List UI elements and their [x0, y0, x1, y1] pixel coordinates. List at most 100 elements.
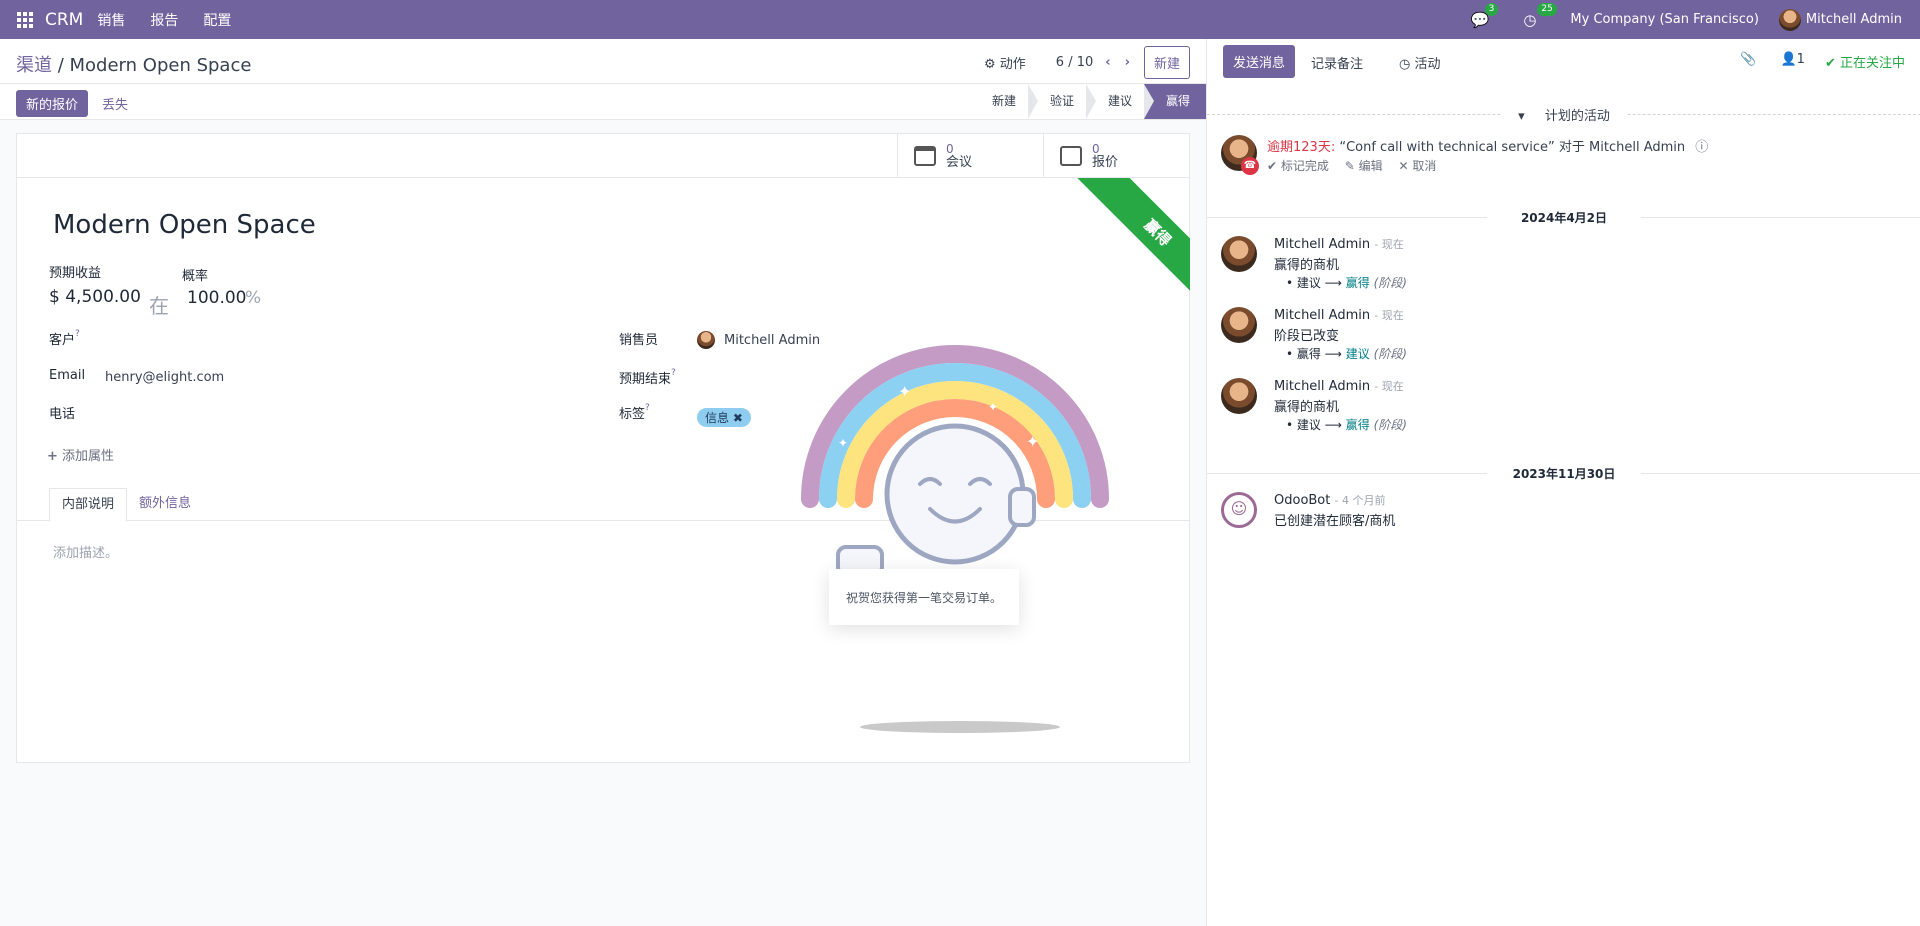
- new-quotation-button[interactable]: 新的报价: [16, 90, 89, 117]
- message-author[interactable]: Mitchell Admin: [1274, 308, 1370, 323]
- edit-activity-button[interactable]: ✎ 编辑: [1345, 159, 1383, 173]
- message-avatar: [1221, 307, 1257, 343]
- activity-for: 对于: [1558, 140, 1585, 155]
- meetings-count: 0: [946, 142, 954, 156]
- help-icon[interactable]: ?: [671, 368, 676, 378]
- paperclip-icon[interactable]: 📎: [1740, 52, 1756, 71]
- cancel-label: 取消: [1412, 159, 1437, 173]
- company-switcher[interactable]: My Company (San Francisco): [1570, 12, 1758, 27]
- email-field[interactable]: henry@elight.com: [105, 370, 224, 385]
- info-icon[interactable]: ⓘ: [1695, 140, 1708, 155]
- message-date: - 现在: [1374, 238, 1404, 251]
- activity-actions: ✔ 标记完成 ✎ 编辑 ✕ 取消: [1267, 157, 1436, 174]
- user-menu[interactable]: Mitchell Admin: [1806, 12, 1902, 27]
- close-icon: ✕: [1398, 159, 1409, 173]
- opportunity-name[interactable]: Modern Open Space: [53, 210, 316, 240]
- log-note-button[interactable]: 记录备注: [1311, 53, 1363, 72]
- messages-icon[interactable]: 💬 3: [1471, 2, 1499, 29]
- add-property-label: 添加属性: [62, 449, 115, 464]
- activity-summary: “Conf call with technical service”: [1339, 140, 1555, 155]
- rainbow-man: ✦ ✦ ✦ ✦ 祝贺您获得第一笔交易订单。: [790, 329, 1120, 729]
- pencil-icon: ✎: [1344, 159, 1355, 173]
- add-property-button[interactable]: + 添加属性: [47, 445, 114, 464]
- arrow-right-icon: ⟶: [1324, 418, 1342, 432]
- main-navbar: CRM 销售 报告 配置 💬 3 ◷ 25 My Company (San Fran…: [0, 0, 1920, 39]
- probability-value[interactable]: 100.00: [187, 288, 246, 308]
- cancel-activity-button[interactable]: ✕ 取消: [1398, 159, 1436, 173]
- mark-done-button[interactable]: ✔ 标记完成: [1267, 159, 1329, 173]
- followers-button[interactable]: 👤1: [1780, 52, 1804, 71]
- meetings-smart-button[interactable]: 0 会议: [897, 134, 1043, 178]
- pager-prev-icon[interactable]: ‹: [1105, 55, 1110, 70]
- message-author[interactable]: OdooBot: [1274, 493, 1330, 508]
- tracking-field: (阶段): [1373, 347, 1407, 361]
- breadcrumb-parent[interactable]: 渠道: [16, 55, 52, 76]
- svg-text:✦: ✦: [898, 382, 911, 401]
- stage-new[interactable]: 新建: [969, 84, 1038, 119]
- actions-button[interactable]: ⚙ 动作: [984, 53, 1026, 72]
- breadcrumb-separator: /: [52, 55, 70, 76]
- chatter-topbar: 发送消息 记录备注 ◷ 活动 📎 👤1 ✔ 正在关注中: [1207, 39, 1920, 84]
- breadcrumb-current: Modern Open Space: [69, 55, 252, 76]
- svg-text:✦: ✦: [1026, 432, 1039, 451]
- customer-label: 客户?: [49, 329, 80, 348]
- tracking-new: 赢得: [1345, 276, 1370, 290]
- user-avatar[interactable]: [1778, 8, 1801, 31]
- message-author[interactable]: Mitchell Admin: [1274, 237, 1370, 252]
- stage-pipeline: 新建 验证 建议 赢得: [969, 84, 1206, 119]
- message-body: 已创建潜在顾客/商机: [1274, 514, 1396, 529]
- remove-tag-icon[interactable]: ✖: [733, 411, 743, 425]
- following-button[interactable]: ✔ 正在关注中: [1825, 52, 1905, 71]
- quotations-count: 0: [1092, 142, 1100, 156]
- date-separator: 2024年4月2日: [1207, 209, 1920, 226]
- tags-label-text: 标签: [619, 407, 646, 422]
- help-icon[interactable]: ?: [645, 403, 650, 413]
- menu-config[interactable]: 配置: [203, 10, 231, 30]
- quotations-label: 报价: [1092, 155, 1119, 170]
- menu-sales[interactable]: 销售: [97, 10, 125, 30]
- smart-buttons: 0 会议 0 报价: [17, 134, 1189, 178]
- expected-revenue-value[interactable]: $ 4,500.00: [49, 287, 141, 307]
- mark-lost-button[interactable]: 丢失: [102, 94, 128, 113]
- tracking-field: (阶段): [1373, 276, 1407, 290]
- tab-internal-notes[interactable]: 内部说明: [49, 488, 128, 522]
- pager-value[interactable]: 6 / 10: [1056, 55, 1093, 70]
- activities-badge: 25: [1537, 2, 1557, 16]
- description-editor[interactable]: 添加描述。: [53, 542, 118, 561]
- app-menu-icon[interactable]: [17, 11, 33, 28]
- rainbow-message: 祝贺您获得第一笔交易订单。: [829, 569, 1019, 625]
- activities-icon[interactable]: ◷ 25: [1523, 2, 1557, 29]
- activity-button[interactable]: ◷ 活动: [1399, 53, 1441, 72]
- breadcrumb: 渠道 / Modern Open Space: [16, 51, 251, 77]
- tracking-field: (阶段): [1373, 418, 1407, 432]
- quotations-smart-button[interactable]: 0 报价: [1043, 134, 1189, 178]
- tag-badge[interactable]: 信息 ✖: [697, 408, 751, 427]
- clock-icon: ◷: [1399, 57, 1411, 72]
- message-author[interactable]: Mitchell Admin: [1274, 379, 1370, 394]
- form-area: 渠道 / Modern Open Space ⚙ 动作 6 / 10 ‹ › 新…: [0, 39, 1206, 926]
- menu-reporting[interactable]: 报告: [150, 10, 178, 30]
- message-date: - 4 个月前: [1334, 494, 1386, 507]
- help-icon[interactable]: ?: [75, 329, 80, 339]
- planned-activities-header[interactable]: ▾ 计划的活动: [1207, 105, 1920, 124]
- odoobot-avatar: ☺: [1221, 492, 1257, 528]
- svg-text:✦: ✦: [838, 436, 848, 450]
- pager-next-icon[interactable]: ›: [1125, 55, 1130, 70]
- at-label: 在: [149, 294, 169, 318]
- new-record-button[interactable]: 新建: [1143, 46, 1190, 79]
- mark-done-label: 标记完成: [1280, 159, 1329, 173]
- activity-user: Mitchell Admin: [1589, 140, 1686, 155]
- send-message-button[interactable]: 发送消息: [1223, 45, 1296, 78]
- salesperson-label: 销售员: [619, 333, 659, 348]
- check-icon: ✔: [1267, 159, 1278, 173]
- ribbon-text: 赢得: [1074, 178, 1190, 317]
- tracking-new: 赢得: [1345, 418, 1370, 432]
- control-panel: 渠道 / Modern Open Space ⚙ 动作 6 / 10 ‹ › 新…: [0, 39, 1206, 84]
- app-brand[interactable]: CRM: [45, 10, 83, 30]
- tab-extra-info[interactable]: 额外信息: [127, 488, 203, 522]
- statusbar: 新的报价 丢失 新建 验证 建议 赢得: [0, 84, 1206, 120]
- tracking-value: • 建议 ⟶ 赢得 (阶段): [1286, 276, 1407, 290]
- arrow-right-icon: ⟶: [1324, 276, 1342, 290]
- calendar-icon: [914, 146, 936, 166]
- gear-icon: ⚙: [983, 57, 996, 72]
